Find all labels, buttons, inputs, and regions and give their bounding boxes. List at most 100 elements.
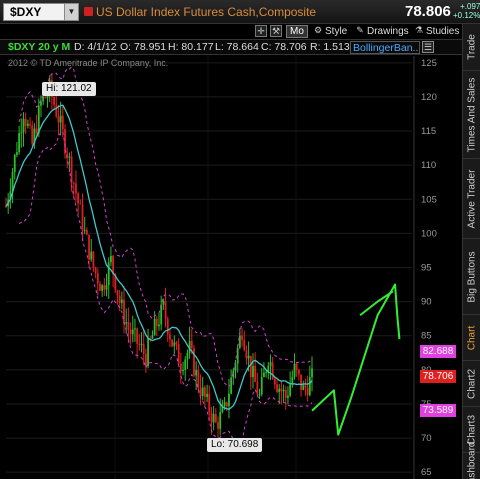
y-tick-label: 105 [421, 194, 437, 205]
candle-body [116, 290, 119, 296]
candle-body [193, 348, 195, 376]
badge-upper: 82.688 [420, 345, 456, 358]
y-tick-label: 90 [421, 297, 432, 308]
y-tick-label: 110 [421, 160, 436, 171]
candle-body [72, 182, 75, 184]
candle-body [280, 388, 283, 392]
candle-body [256, 381, 259, 395]
candle-body [147, 338, 149, 366]
candle-body [184, 359, 187, 370]
candle-body [254, 365, 257, 382]
tab-dashboard[interactable]: Dashboard [463, 442, 480, 479]
candle-body [127, 322, 130, 330]
candle-body [182, 369, 184, 372]
y-tick-label: 125 [421, 58, 437, 69]
candle-body [79, 203, 82, 205]
candle-body [269, 362, 272, 366]
drawings-icon[interactable]: ✎ [354, 25, 366, 37]
candle-body [120, 299, 123, 303]
badge-lower: 73.589 [420, 404, 456, 417]
candle-body [131, 329, 134, 335]
tab-big-buttons[interactable]: Big Buttons [463, 238, 480, 314]
candle-body [68, 156, 71, 158]
candle-body [241, 335, 243, 340]
candle-body [210, 412, 213, 423]
candle-body [75, 183, 77, 194]
chevron-down-icon[interactable]: ▼ [64, 4, 78, 20]
candle-body [219, 412, 222, 429]
candle-body [59, 115, 62, 123]
candle-body [26, 123, 29, 126]
hi-label: Hi: 121.02 [42, 82, 96, 96]
candle-body [304, 385, 307, 388]
style-icon[interactable]: ⚙ [312, 25, 324, 37]
aggregation-button[interactable]: Mo [286, 25, 308, 38]
study-label[interactable]: BollingerBan... [350, 41, 420, 54]
candle-body [125, 322, 128, 324]
candle-body [77, 193, 80, 204]
candle-body [16, 152, 18, 155]
candle-body [29, 123, 31, 126]
candle-body [289, 384, 292, 396]
candle-body [140, 343, 143, 345]
candle-body [204, 387, 206, 397]
candle-body [166, 318, 169, 335]
candle-body [155, 318, 158, 327]
style-button[interactable]: Style [325, 25, 347, 38]
style-settings-icon[interactable]: ☰ [422, 41, 434, 53]
candle-body [175, 342, 178, 345]
bar-open: O: 78.951 [120, 41, 167, 53]
candle-body [278, 388, 281, 392]
candle-body [96, 272, 99, 284]
candle-body [101, 285, 104, 291]
tab-trade[interactable]: Trade [463, 24, 480, 70]
candle-body [92, 251, 95, 268]
candle-body [24, 118, 27, 126]
candle-body [94, 267, 97, 273]
candle-body [308, 377, 311, 396]
tab-chart[interactable]: Chart [463, 314, 480, 360]
candle-body [195, 370, 198, 376]
candle-body [57, 116, 60, 123]
bar-low: L: 78.664 [215, 41, 259, 53]
badge-close: 78.706 [420, 370, 456, 383]
candle-body [81, 204, 84, 231]
studies-button[interactable]: Studies [426, 25, 459, 38]
candle-body [284, 389, 287, 398]
candle-body [169, 334, 171, 340]
candle-body [282, 389, 285, 392]
candle-body [70, 156, 73, 183]
studies-icon[interactable]: ⚗ [413, 25, 425, 37]
candle-body [61, 115, 64, 130]
crosshair-icon[interactable]: ✛ [255, 25, 267, 37]
candle-body [55, 104, 58, 117]
tab-active-trader[interactable]: Active Trader [463, 158, 480, 238]
price-chart[interactable]: 65707580859095100105110115120125 [0, 56, 462, 479]
candle-body [22, 118, 25, 133]
candle-body [295, 363, 298, 370]
symbol-input[interactable]: $DXY ▼ [3, 3, 79, 21]
candle-body [265, 371, 267, 373]
last-price: 78.806 [405, 3, 451, 20]
tab-times-and-sales[interactable]: Times And Sales [463, 70, 480, 158]
candle-body [151, 335, 154, 339]
candle-body [158, 324, 160, 327]
drawings-button[interactable]: Drawings [367, 25, 409, 38]
change-pct: +0.12% [453, 11, 480, 20]
tab-chart2[interactable]: Chart2 [463, 360, 480, 406]
candle-body [300, 374, 302, 390]
y-tick-label: 95 [421, 263, 432, 274]
wrench-icon[interactable]: ⚒ [270, 25, 282, 37]
sidebar: Trade Times And Sales Active Trader Big … [462, 24, 480, 479]
symbol-text: $DXY [10, 5, 42, 19]
candle-body [53, 97, 55, 105]
candle-body [273, 378, 276, 385]
y-tick-label: 85 [421, 331, 432, 342]
candle-body [110, 255, 112, 263]
change-abs: +.097 [460, 2, 480, 11]
candle-body [103, 285, 106, 290]
candle-body [228, 393, 230, 407]
candle-body [223, 402, 226, 407]
bar-range: R: 1.513 [310, 41, 350, 53]
candle-body [107, 262, 110, 286]
